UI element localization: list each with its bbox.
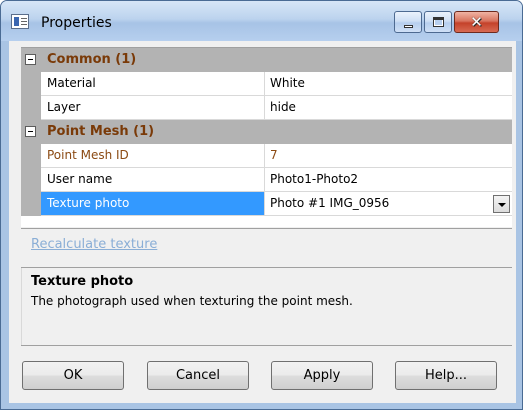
- help-description: The photograph used when texturing the p…: [31, 294, 353, 308]
- property-row-texture-photo[interactable]: Texture photo Photo #1 IMG_0956: [21, 192, 512, 216]
- category-label: Point Mesh (1): [47, 124, 155, 139]
- property-value[interactable]: White: [266, 72, 512, 95]
- help-pane: Texture photo The photograph used when t…: [21, 267, 512, 346]
- properties-window: Properties ✕ Common (1) Material White L…: [0, 0, 523, 410]
- row-gutter: [21, 168, 41, 192]
- category-common[interactable]: Common (1): [21, 48, 512, 72]
- category-label: Common (1): [47, 52, 137, 67]
- property-row-material[interactable]: Material White: [21, 72, 512, 96]
- property-row-point-mesh-id[interactable]: Point Mesh ID 7: [21, 144, 512, 168]
- row-gutter: [21, 192, 41, 216]
- property-value: 7: [270, 148, 278, 162]
- property-name: Layer: [41, 96, 265, 119]
- minimize-icon: [404, 25, 413, 28]
- property-row-layer[interactable]: Layer hide: [21, 96, 512, 120]
- row-gutter: [21, 144, 41, 168]
- property-value[interactable]: Photo1-Photo2: [266, 168, 512, 191]
- row-gutter: [21, 96, 41, 120]
- row-gutter: [21, 72, 41, 96]
- divider: [21, 228, 512, 229]
- maximize-button[interactable]: [424, 11, 452, 33]
- collapse-icon[interactable]: [25, 126, 36, 137]
- property-value[interactable]: hide: [266, 96, 512, 119]
- property-row-user-name[interactable]: User name Photo1-Photo2: [21, 168, 512, 192]
- app-icon: [11, 14, 29, 29]
- close-button[interactable]: ✕: [454, 11, 499, 33]
- property-grid: Common (1) Material White Layer hide Poi…: [21, 47, 512, 227]
- help-button[interactable]: Help...: [395, 361, 497, 390]
- property-name: Material: [41, 72, 265, 95]
- window-title: Properties: [41, 15, 112, 31]
- dropdown-arrow-icon[interactable]: [493, 195, 510, 213]
- title-bar[interactable]: Properties ✕: [1, 1, 522, 41]
- close-icon: ✕: [470, 13, 483, 31]
- ok-button[interactable]: OK: [22, 361, 124, 390]
- minimize-button[interactable]: [394, 11, 422, 33]
- texture-photo-select[interactable]: Photo #1 IMG_0956: [266, 192, 512, 215]
- help-title: Texture photo: [31, 274, 134, 289]
- dialog-client: Common (1) Material White Layer hide Poi…: [9, 41, 516, 403]
- property-name: Texture photo: [41, 192, 265, 215]
- property-name: Point Mesh ID: [41, 144, 265, 167]
- apply-button[interactable]: Apply: [271, 361, 373, 390]
- collapse-icon[interactable]: [25, 54, 36, 65]
- recalculate-texture-link[interactable]: Recalculate texture: [31, 237, 157, 252]
- property-name: User name: [41, 168, 265, 191]
- cancel-button[interactable]: Cancel: [147, 361, 249, 390]
- maximize-icon: [433, 17, 444, 27]
- category-point-mesh[interactable]: Point Mesh (1): [21, 120, 512, 144]
